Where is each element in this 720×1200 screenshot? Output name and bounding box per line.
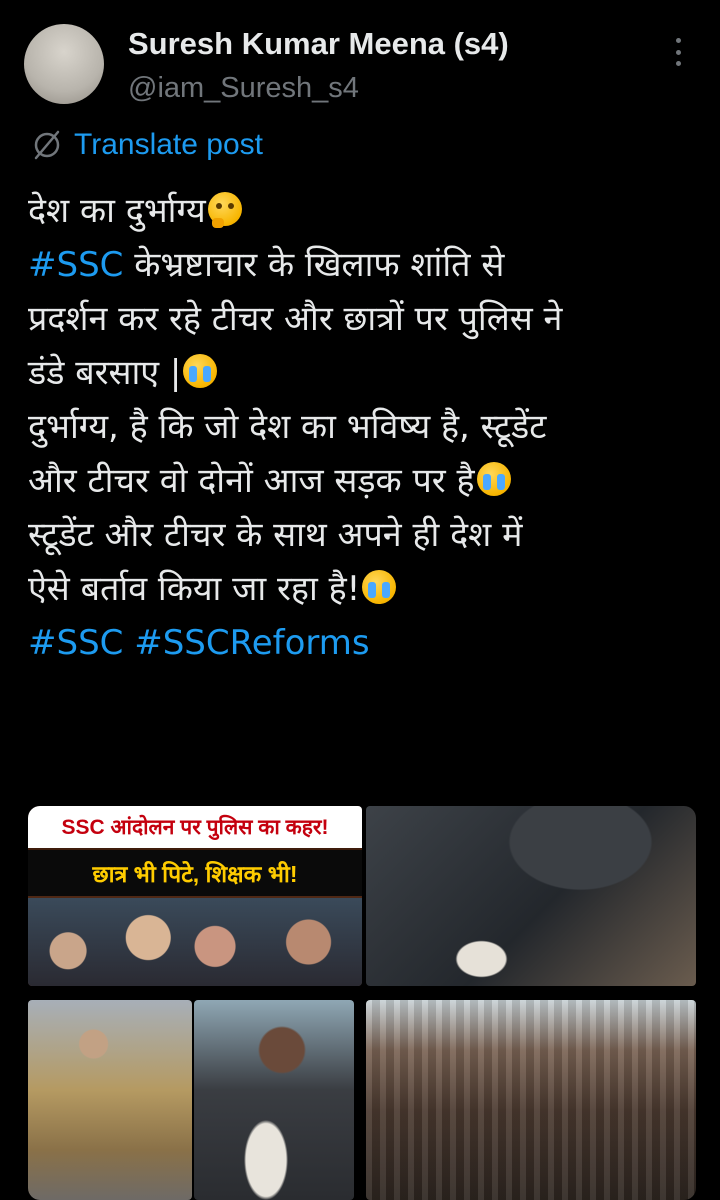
post-line: दुर्भाग्य, है कि जो देश का भविष्य है, स्…: [28, 407, 547, 447]
more-dot: [675, 38, 681, 43]
hashtag-link[interactable]: #SSC: [28, 623, 123, 663]
hashtags-line: #SSC #SSCReforms: [28, 616, 698, 670]
translate-icon: [30, 128, 64, 162]
media-grid[interactable]: SSC आंदोलन पर पुलिस का कहर! छात्र भी पिट…: [28, 806, 696, 1200]
post-text-segment: और टीचर वो दोनों आज सड़क पर है: [28, 461, 475, 501]
thinking-face-icon: [207, 192, 242, 228]
avatar[interactable]: [24, 24, 104, 104]
translate-post-link[interactable]: Translate post: [30, 128, 263, 162]
post-line: ऐसे बर्ताव किया जा रहा है!: [28, 562, 698, 616]
media-image-news-banner[interactable]: SSC आंदोलन पर पुलिस का कहर! छात्र भी पिट…: [28, 806, 362, 986]
author-handle[interactable]: @iam_Suresh_s4: [128, 72, 359, 105]
post-line: और टीचर वो दोनों आज सड़क पर है: [28, 454, 698, 508]
banner-photo: [28, 898, 362, 986]
media-image-injured-arm[interactable]: [366, 806, 696, 986]
post-line: डंडे बरसाए |: [28, 346, 698, 400]
banner-subheadline-strip: छात्र भी पिटे, शिक्षक भी!: [28, 850, 362, 896]
post-text: देश का दुर्भाग्य #SSC केभ्रष्टाचार के खि…: [28, 184, 698, 670]
post-text-segment: केभ्रष्टाचार के खिलाफ शांति से: [123, 245, 505, 285]
author-display-name[interactable]: Suresh Kumar Meena (s4): [128, 26, 509, 62]
media-image-protest-crowd[interactable]: [366, 1000, 696, 1200]
post-text-segment: ऐसे बर्ताव किया जा रहा है!: [28, 569, 361, 609]
more-options-button[interactable]: [664, 38, 692, 66]
translate-post-label: Translate post: [74, 128, 263, 161]
more-dot: [675, 49, 681, 55]
media-image-injured-man[interactable]: [194, 1000, 354, 1200]
loudly-crying-face-icon: [362, 570, 397, 604]
hashtag-link[interactable]: #SSCReforms: [134, 623, 369, 663]
loudly-crying-face-icon: [183, 354, 218, 388]
media-image-police[interactable]: [28, 1000, 192, 1200]
post-line: स्टूडेंट और टीचर के साथ अपने ही देश में: [28, 515, 523, 555]
banner-headline-strip: SSC आंदोलन पर पुलिस का कहर!: [28, 806, 362, 848]
banner-headline-2: छात्र भी पिटे, शिक्षक भी!: [92, 861, 298, 887]
post-text-segment: डंडे बरसाए |: [28, 353, 182, 393]
more-dot: [675, 61, 681, 66]
post-line: #SSC केभ्रष्टाचार के खिलाफ शांति से: [28, 238, 698, 292]
post-line: प्रदर्शन कर रहे टीचर और छात्रों पर पुलिस…: [28, 299, 563, 339]
banner-headline-1: SSC आंदोलन पर पुलिस का कहर!: [61, 816, 329, 839]
loudly-crying-face-icon: [476, 462, 511, 496]
hashtag-link[interactable]: #SSC: [28, 245, 123, 285]
post-line: देश का दुर्भाग्य: [28, 184, 698, 238]
post-text-segment: देश का दुर्भाग्य: [28, 191, 206, 231]
